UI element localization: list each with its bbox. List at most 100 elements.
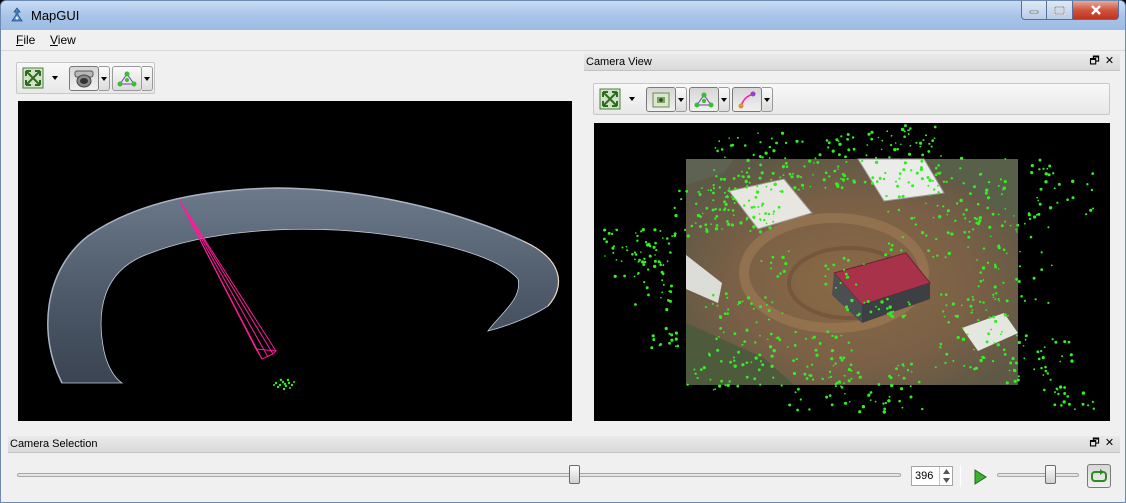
- speed-slider-thumb[interactable]: [1045, 465, 1057, 484]
- feature-point: [712, 187, 716, 190]
- spin-down-button[interactable]: [939, 476, 952, 485]
- feature-point: [822, 178, 826, 182]
- feature-point: [720, 379, 723, 383]
- zoom-extents-button[interactable]: [21, 66, 45, 91]
- feature-point: [724, 156, 726, 159]
- feature-point: [844, 392, 846, 395]
- dock-float-icon[interactable]: 🗗: [1088, 55, 1101, 68]
- feature-point: [834, 335, 838, 339]
- feature-point: [945, 304, 948, 307]
- feature-point: [893, 148, 897, 152]
- cam-points-dropdown[interactable]: [719, 87, 730, 112]
- play-button[interactable]: [971, 468, 989, 486]
- feature-point: [806, 365, 809, 368]
- restore-button[interactable]: [1047, 1, 1073, 20]
- frame-slider-track[interactable]: [17, 473, 901, 477]
- feature-point: [668, 290, 671, 293]
- feature-point: [901, 128, 905, 131]
- feature-point: [973, 348, 975, 351]
- feature-point: [793, 344, 797, 347]
- feature-point: [734, 187, 737, 190]
- feature-point: [782, 174, 785, 177]
- feature-point: [897, 208, 901, 212]
- feature-point: [844, 305, 849, 309]
- feature-point: [1040, 188, 1042, 191]
- cam-points-toggle-button[interactable]: [689, 87, 719, 112]
- feature-point: [991, 212, 995, 216]
- feature-point: [794, 330, 797, 334]
- camera-view-dock-header[interactable]: Camera View 🗗 ✕: [584, 54, 1120, 71]
- close-button[interactable]: [1073, 1, 1119, 20]
- residual-dropdown[interactable]: [762, 87, 773, 112]
- camera-image-toggle-button[interactable]: [646, 87, 676, 112]
- feature-point: [759, 219, 762, 222]
- feature-point: [840, 135, 843, 138]
- feature-point: [1023, 222, 1026, 225]
- feature-point: [1008, 369, 1011, 372]
- camera-dropdown[interactable]: [99, 66, 110, 91]
- feature-point: [969, 304, 973, 308]
- feature-point: [901, 194, 905, 199]
- feature-point: [875, 156, 878, 159]
- dock-close-icon[interactable]: ✕: [1103, 437, 1116, 450]
- feature-point: [1030, 164, 1034, 168]
- feature-point: [900, 158, 902, 161]
- feature-point: [927, 249, 930, 252]
- feature-point: [858, 410, 862, 414]
- feature-point: [775, 337, 778, 339]
- feature-point: [930, 145, 933, 148]
- world-3d-viewport[interactable]: [18, 101, 572, 421]
- frame-spinbox[interactable]: 396: [911, 466, 953, 486]
- feature-point: [759, 305, 762, 309]
- feature-point: [718, 208, 722, 211]
- feature-point: [847, 341, 850, 344]
- feature-point: [644, 241, 648, 244]
- minimize-button[interactable]: [1021, 1, 1047, 20]
- feature-point: [884, 253, 888, 257]
- feature-point: [745, 361, 749, 364]
- speed-slider-track[interactable]: [997, 473, 1079, 477]
- feature-point: [827, 146, 830, 149]
- camera-image-viewport[interactable]: [594, 117, 1110, 421]
- frame-slider-thumb[interactable]: [568, 465, 580, 484]
- title-bar[interactable]: MapGUI: [1, 1, 1125, 30]
- menu-file[interactable]: File: [16, 33, 35, 47]
- camera-toggle-button[interactable]: [69, 66, 99, 91]
- feature-point: [960, 304, 963, 307]
- feature-point: [937, 164, 940, 167]
- feature-point: [667, 242, 671, 245]
- camera-image-scene: [603, 117, 1095, 414]
- dock-close-icon[interactable]: ✕: [1103, 55, 1116, 68]
- feature-point: [642, 263, 646, 266]
- feature-point: [753, 217, 755, 220]
- feature-point: [1054, 340, 1058, 344]
- menu-view[interactable]: View: [50, 33, 76, 47]
- feature-point: [900, 143, 902, 146]
- feature-point: [1009, 224, 1012, 227]
- feature-point: [654, 241, 657, 245]
- feature-point: [1058, 385, 1063, 389]
- cam-zoom-extents-dropdown[interactable]: [628, 95, 636, 103]
- spin-up-button[interactable]: [939, 467, 952, 476]
- dock-float-icon[interactable]: 🗗: [1088, 437, 1101, 450]
- residual-toggle-button[interactable]: [732, 87, 762, 112]
- points-toggle-button[interactable]: [112, 66, 142, 91]
- feature-point: [1016, 223, 1020, 227]
- camera-image-dropdown[interactable]: [676, 87, 687, 112]
- feature-point: [931, 139, 935, 142]
- feature-point: [668, 341, 671, 345]
- camera-selection-dock-header[interactable]: Camera Selection 🗗 ✕: [8, 436, 1120, 453]
- cam-zoom-extents-button[interactable]: [598, 87, 622, 112]
- feature-point: [886, 307, 889, 310]
- feature-point: [760, 260, 763, 263]
- feature-point: [726, 383, 730, 387]
- loop-toggle-button[interactable]: [1087, 464, 1111, 488]
- zoom-extents-dropdown[interactable]: [51, 74, 59, 82]
- feature-point: [634, 258, 636, 261]
- points-dropdown[interactable]: [142, 66, 153, 91]
- feature-point: [699, 225, 702, 228]
- feature-point: [907, 301, 910, 304]
- feature-point: [915, 171, 919, 175]
- feature-point: [733, 364, 737, 368]
- feature-point: [920, 159, 924, 163]
